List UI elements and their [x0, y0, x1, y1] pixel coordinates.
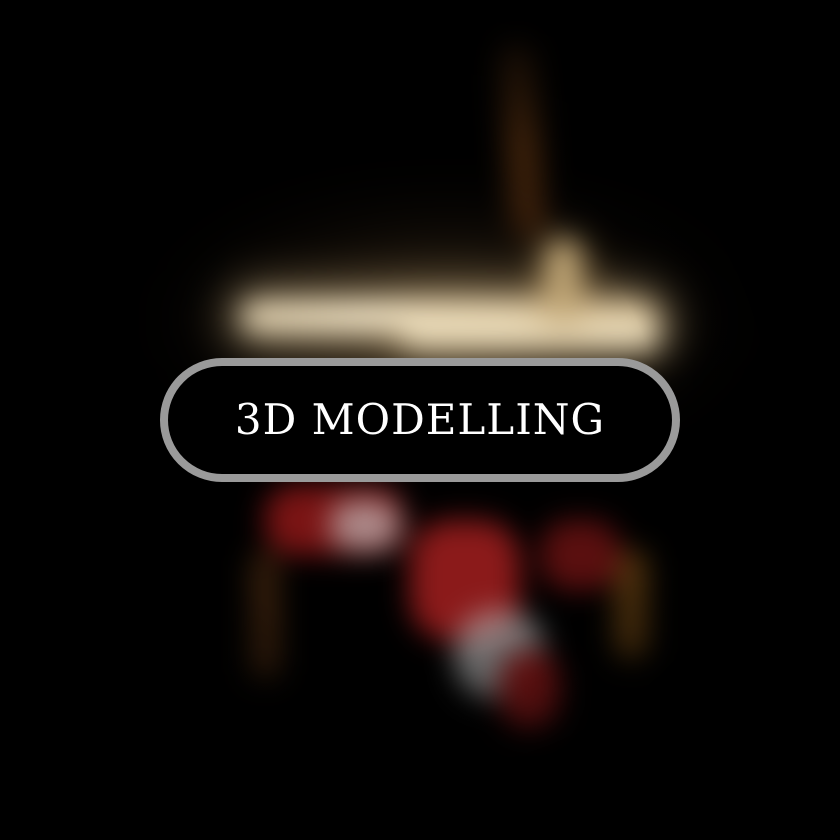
category-button-label: 3D MODELLING — [234, 395, 606, 444]
red-shape — [540, 520, 620, 590]
thumbnail-card[interactable]: 3D MODELLING — [0, 0, 840, 840]
gray-shape — [330, 500, 400, 550]
amber-shape-left — [250, 550, 280, 680]
red-shape — [500, 650, 560, 730]
category-button-3d-modelling[interactable]: 3D MODELLING — [160, 358, 680, 482]
light-stem — [545, 240, 581, 320]
light-bar-step — [400, 318, 660, 348]
amber-shape-right — [615, 550, 649, 660]
